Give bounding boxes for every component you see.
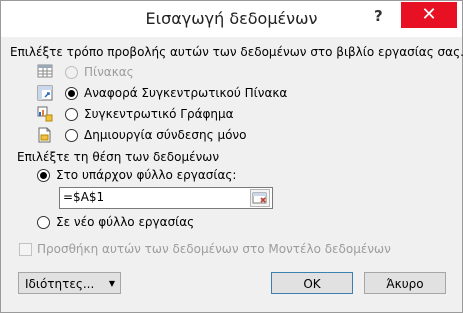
- option-pivotchart-label: Συγκεντρωτικό Γράφημα: [84, 107, 234, 121]
- range-value: =$A$1: [63, 190, 105, 204]
- import-data-dialog: Εισαγωγή δεδομένων ? ✕ Επιλέξτε τρόπο πρ…: [0, 0, 463, 313]
- pivottable-icon: [37, 85, 53, 101]
- radio-pivotchart[interactable]: [65, 108, 78, 121]
- radio-pivottable[interactable]: [65, 87, 78, 100]
- range-select-icon[interactable]: [250, 189, 270, 207]
- radio-existing-sheet[interactable]: [37, 169, 50, 182]
- option-table-label: Πίνακας: [84, 65, 134, 79]
- dropdown-arrow-icon: ▼: [108, 279, 115, 288]
- properties-button[interactable]: Ιδιότητες... ▼: [18, 272, 121, 294]
- existing-sheet-label: Στο υπάρχον φύλλο εργασίας:: [56, 168, 237, 182]
- cancel-button[interactable]: Άκυρο: [364, 272, 446, 294]
- data-model-label: Προσθήκη αυτών των δεδομένων στο Μοντέλο…: [37, 242, 391, 256]
- close-button[interactable]: ✕: [401, 2, 457, 28]
- dialog-title: Εισαγωγή δεδομένων: [145, 9, 318, 28]
- radio-connection-only[interactable]: [65, 129, 78, 142]
- radio-new-sheet[interactable]: [37, 216, 50, 229]
- title-bar: Εισαγωγή δεδομένων ? ✕: [1, 1, 462, 37]
- range-input[interactable]: =$A$1: [59, 187, 273, 209]
- ok-button[interactable]: OK: [271, 272, 353, 294]
- new-sheet-label: Σε νέο φύλλο εργασίας: [56, 215, 195, 229]
- pivotchart-icon: [37, 106, 53, 122]
- view-heading: Επιλέξτε τρόπο προβολής αυτών των δεδομέ…: [10, 45, 463, 59]
- location-heading: Επιλέξτε τη θέση των δεδομένων: [17, 150, 220, 164]
- table-icon: [37, 64, 53, 78]
- connection-only-icon: [38, 127, 51, 143]
- radio-table[interactable]: [65, 66, 78, 79]
- data-model-checkbox[interactable]: [19, 243, 32, 256]
- properties-label: Ιδιότητες...: [25, 277, 95, 291]
- option-pivottable-label: Αναφορά Συγκεντρωτικού Πίνακα: [84, 86, 288, 100]
- option-connection-only-label: Δημιουργία σύνδεσης μόνο: [84, 128, 247, 142]
- help-button[interactable]: ?: [374, 7, 383, 25]
